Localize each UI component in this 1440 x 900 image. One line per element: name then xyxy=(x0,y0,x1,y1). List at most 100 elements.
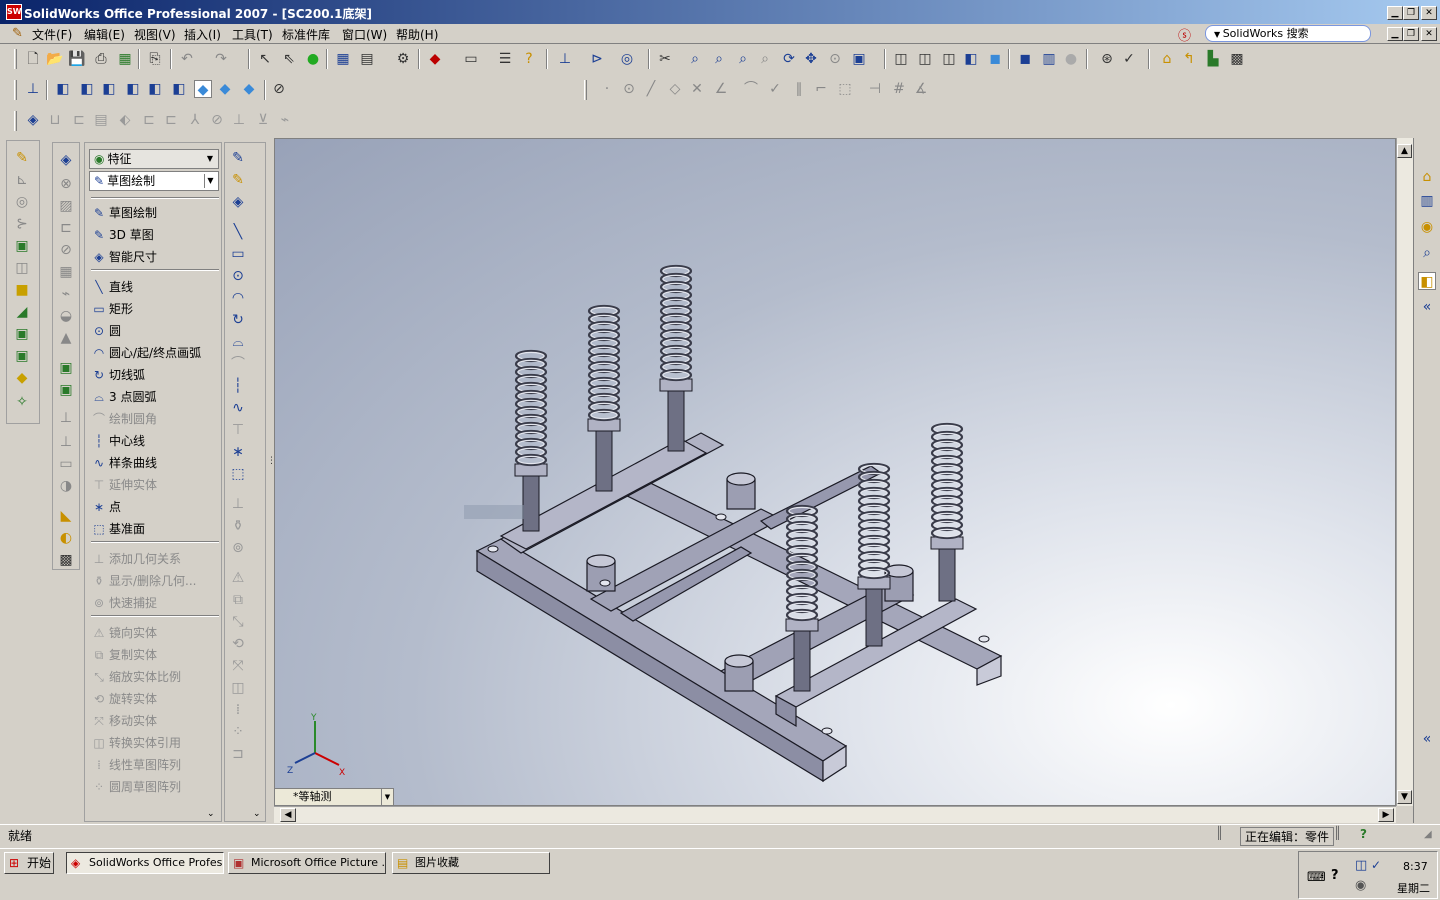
sketch-fillet-icon[interactable]: ⌒ xyxy=(229,355,247,373)
isometric-view-icon[interactable]: ◆ xyxy=(194,80,212,98)
curve-icon[interactable]: ⌁ xyxy=(57,285,75,303)
sweep-icon[interactable]: ⊱ xyxy=(13,215,31,233)
sketch-dim-icon[interactable]: ⊣ xyxy=(866,80,884,98)
loft-icon[interactable]: ▣ xyxy=(13,237,31,255)
sketch-parallel-icon[interactable]: ∥ xyxy=(790,80,808,98)
frame-model-3d[interactable] xyxy=(275,139,1396,806)
scale-icon[interactable]: ◐ xyxy=(57,529,75,547)
baseline-dim-icon[interactable]: ⬖ xyxy=(116,111,134,129)
help-tray-icon[interactable]: ? xyxy=(1331,868,1339,883)
ordinate-dim-icon[interactable]: ▤ xyxy=(92,111,110,129)
smart-dim-icon[interactable]: ◈ xyxy=(24,111,42,129)
list-icon[interactable]: ☰ xyxy=(496,50,514,68)
menu-standard-library[interactable]: 标准件库 xyxy=(278,26,334,43)
scroll-right-button[interactable]: ▶ xyxy=(1378,808,1394,822)
vertical-scrollbar[interactable]: ▲ ▼ xyxy=(1396,138,1413,806)
note-icon[interactable]: ⊏ xyxy=(162,111,180,129)
security-check-icon[interactable]: ✓ xyxy=(1371,858,1381,872)
dome-icon[interactable]: ⊘ xyxy=(57,241,75,259)
move-entities-icon[interactable]: ⤧ xyxy=(229,657,247,675)
centerpoint-arc-icon[interactable]: ◠ xyxy=(229,289,247,307)
collapse-pane-icon[interactable]: « xyxy=(1418,298,1436,316)
home-icon[interactable]: ⌂ xyxy=(1418,168,1436,186)
command-mirror-entities[interactable]: ⚠ 镜向实体 xyxy=(91,623,219,643)
3d-box-icon[interactable]: ◆ xyxy=(426,50,444,68)
fillet-icon[interactable]: ■ xyxy=(13,281,31,299)
command-3d-sketch[interactable]: ✎ 3D 草图 xyxy=(91,225,219,245)
doc-restore-button[interactable]: ❐ xyxy=(1403,27,1419,41)
start-button[interactable]: ⊞ 开始 xyxy=(4,852,54,874)
horizontal-scrollbar[interactable]: ◀ ▶ xyxy=(274,806,1396,823)
weldment-icon[interactable]: ▣ xyxy=(57,359,75,377)
options-icon[interactable]: ⚙ xyxy=(394,50,412,68)
view-orientation-combo[interactable]: *等轴测 ▼ xyxy=(274,788,394,806)
menu-edit[interactable]: 编辑(E) xyxy=(80,26,129,43)
offset-entities-icon[interactable]: ⊐ xyxy=(229,745,247,763)
realview-icon[interactable]: ● xyxy=(1062,50,1080,68)
command-rectangle[interactable]: ▭ 矩形 xyxy=(91,299,219,319)
sketch-grid-icon[interactable]: # xyxy=(890,80,908,98)
zoom-in-out-icon[interactable]: ⌕ xyxy=(734,50,752,68)
view-orientation-icon[interactable]: ⊛ xyxy=(1098,50,1116,68)
3d-sketch-icon[interactable]: ✎ xyxy=(13,149,31,167)
command-linear-pattern[interactable]: ⁞ 线性草图阵列 xyxy=(91,755,219,775)
strip-scroll-down-icon[interactable]: ⌄ xyxy=(253,809,261,819)
horizontal-dim-icon[interactable]: ⊔ xyxy=(46,111,64,129)
select-arrow-icon[interactable]: ↖ xyxy=(256,50,274,68)
shaded-with-edges-icon[interactable]: ◧ xyxy=(962,50,980,68)
hidden-lines-visible-icon[interactable]: ◫ xyxy=(916,50,934,68)
task-picture-manager[interactable]: ▣ Microsoft Office Picture ... xyxy=(228,852,386,874)
sketch-corner-icon[interactable]: ⌐ xyxy=(812,80,830,98)
back-view-icon[interactable]: ◧ xyxy=(78,80,96,98)
point-icon[interactable]: ∗ xyxy=(229,443,247,461)
features-combo[interactable]: ◉ 特征 ▼ xyxy=(89,149,219,169)
3d-sketch-icon[interactable]: ✎ xyxy=(229,171,247,189)
sketch-angle2-icon[interactable]: ∡ xyxy=(912,80,930,98)
freeform-icon[interactable]: ▲ xyxy=(57,329,75,347)
extruded-cut-icon[interactable]: ◫ xyxy=(13,259,31,277)
chamfer-icon[interactable]: ◢ xyxy=(13,303,31,321)
toolbar-grip[interactable] xyxy=(14,111,17,131)
rotate-view-icon[interactable]: ⟳ xyxy=(780,50,798,68)
top-view-icon[interactable]: ◧ xyxy=(146,80,164,98)
print-setup-icon[interactable]: ⎘ xyxy=(146,50,164,68)
sketch-point-icon[interactable]: · xyxy=(598,80,616,98)
file-explorer-icon[interactable]: ◉ xyxy=(1418,218,1436,236)
shaded-icon[interactable]: ◼ xyxy=(986,50,1004,68)
standard-views-icon[interactable]: ▣ xyxy=(850,50,868,68)
display-relations-icon[interactable]: ⚱ xyxy=(229,517,247,535)
reference-geometry-icon[interactable]: ✧ xyxy=(13,393,31,411)
scroll-down-button[interactable]: ▼ xyxy=(1397,790,1412,804)
chamfer-dim-icon[interactable]: ⊏ xyxy=(140,111,158,129)
minimize-button[interactable]: ▁ xyxy=(1387,6,1403,20)
command-circular-pattern[interactable]: ⁘ 圆周草图阵列 xyxy=(91,777,219,797)
command-extend-entities[interactable]: ⊤ 延伸实体 xyxy=(91,475,219,495)
file-properties-icon[interactable]: ▤ xyxy=(358,50,376,68)
rebuild-icon[interactable]: ● xyxy=(304,50,322,68)
select-tool-icon[interactable]: ⇖ xyxy=(280,50,298,68)
command-3point-arc[interactable]: ⌓ 3 点圆弧 xyxy=(91,387,219,407)
balloon-icon[interactable]: ⅄ xyxy=(186,111,204,129)
command-convert-entities[interactable]: ◫ 转换实体引用 xyxy=(91,733,219,753)
command-move-entities[interactable]: ⤧ 移动实体 xyxy=(91,711,219,731)
view-palette-icon[interactable]: ◧ xyxy=(1418,272,1436,290)
solidworks-search-input[interactable]: ▼ SolidWorks 搜索 xyxy=(1205,25,1371,42)
datum-icon[interactable]: ⊻ xyxy=(254,111,272,129)
assembly-pattern-icon[interactable]: ▩ xyxy=(1228,50,1246,68)
task-my-pictures[interactable]: ▤ 图片收藏 xyxy=(392,852,550,874)
convert-entities-icon[interactable]: ◫ xyxy=(229,679,247,697)
sketch-circle-icon[interactable]: ⊙ xyxy=(620,80,638,98)
sketch-angle-icon[interactable]: ∠ xyxy=(712,80,730,98)
part-icon[interactable]: ◈ xyxy=(57,151,75,169)
linear-pattern-icon[interactable]: ⁞ xyxy=(229,701,247,719)
menu-help[interactable]: 帮助(H) xyxy=(392,26,442,43)
command-tangent-arc[interactable]: ↻ 切线弧 xyxy=(91,365,219,385)
3point-arc-icon[interactable]: ⌓ xyxy=(229,333,247,351)
trimetric-view-icon[interactable]: ◆ xyxy=(216,80,234,98)
rotate-entities-icon[interactable]: ⟲ xyxy=(229,635,247,653)
plane-icon[interactable]: ⬚ xyxy=(229,465,247,483)
tangent-arc-icon[interactable]: ↻ xyxy=(229,311,247,329)
surface-finish-icon[interactable]: ⊘ xyxy=(208,111,226,129)
wireframe-icon[interactable]: ◫ xyxy=(892,50,910,68)
zoom-selection-icon[interactable]: ⌕ xyxy=(756,50,774,68)
